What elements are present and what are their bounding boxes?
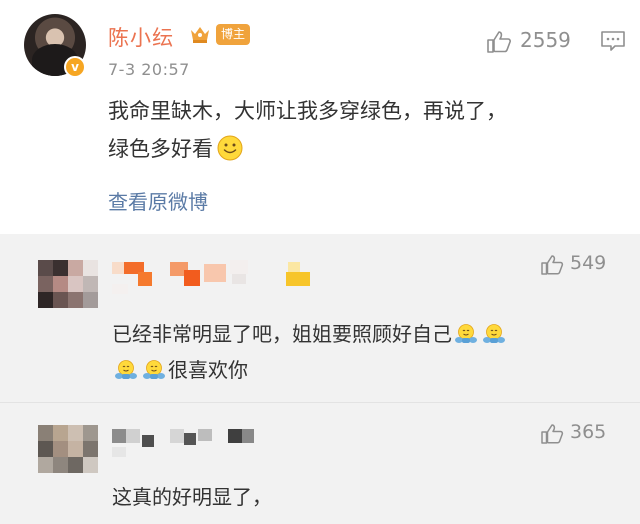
comment-list: 549 已经非常明显了吧，姐姐要照顾好自己 很喜欢你 365 这真的好明显了， [0, 234, 640, 524]
comment-text-line: 很喜欢你 [112, 352, 612, 388]
commenter-avatar[interactable] [38, 425, 98, 473]
thumbs-up-icon[interactable] [540, 254, 564, 276]
comment-like-count: 365 [570, 421, 607, 443]
hug-emoji-icon [455, 324, 477, 343]
post-text-line: 我命里缺木，大师让我多穿绿色，再说了， [108, 99, 507, 123]
comment-text-fragment: 很喜欢你 [168, 358, 248, 382]
comment-text: 已经非常明显了吧，姐姐要照顾好自己 很喜欢你 [112, 316, 612, 388]
comment-like-count: 549 [570, 252, 607, 274]
comment-bubble-icon[interactable] [600, 30, 626, 52]
post-text-line: 绿色多好看 [108, 130, 588, 168]
post-text: 我命里缺木，大师让我多穿绿色，再说了， 绿色多好看 [108, 92, 588, 168]
commenter-name-blurred[interactable] [112, 425, 262, 461]
comment-item: 549 已经非常明显了吧，姐姐要照顾好自己 很喜欢你 [0, 234, 640, 402]
weibo-post: v 陈小纭 博主 7-3 20:57 2559 我命里缺木，大师让我多穿绿色，再… [0, 0, 640, 234]
crown-icon [191, 27, 209, 43]
view-original-link[interactable]: 查看原微博 [108, 186, 208, 215]
hug-emoji-icon [115, 360, 137, 379]
thumbs-up-icon[interactable] [486, 30, 512, 54]
host-badge: 博主 [216, 24, 251, 45]
author-username[interactable]: 陈小纭 [108, 22, 174, 52]
smile-emoji-icon [217, 135, 243, 161]
hug-emoji-icon [143, 360, 165, 379]
comment-text-fragment: 已经非常明显了吧，姐姐要照顾好自己 [112, 322, 452, 346]
commenter-avatar[interactable] [38, 260, 98, 308]
comment-item: 365 这真的好明显了， [0, 402, 640, 524]
hug-emoji-icon [483, 324, 505, 343]
verified-badge-icon: v [64, 56, 86, 78]
thumbs-up-icon[interactable] [540, 423, 564, 445]
commenter-name-blurred[interactable] [112, 258, 322, 294]
post-like-count: 2559 [520, 28, 571, 52]
comment-text: 这真的好明显了， [112, 485, 272, 509]
post-text-fragment: 绿色多好看 [108, 137, 213, 161]
comment-text-line: 已经非常明显了吧，姐姐要照顾好自己 [112, 316, 612, 352]
post-timestamp: 7-3 20:57 [108, 60, 190, 79]
